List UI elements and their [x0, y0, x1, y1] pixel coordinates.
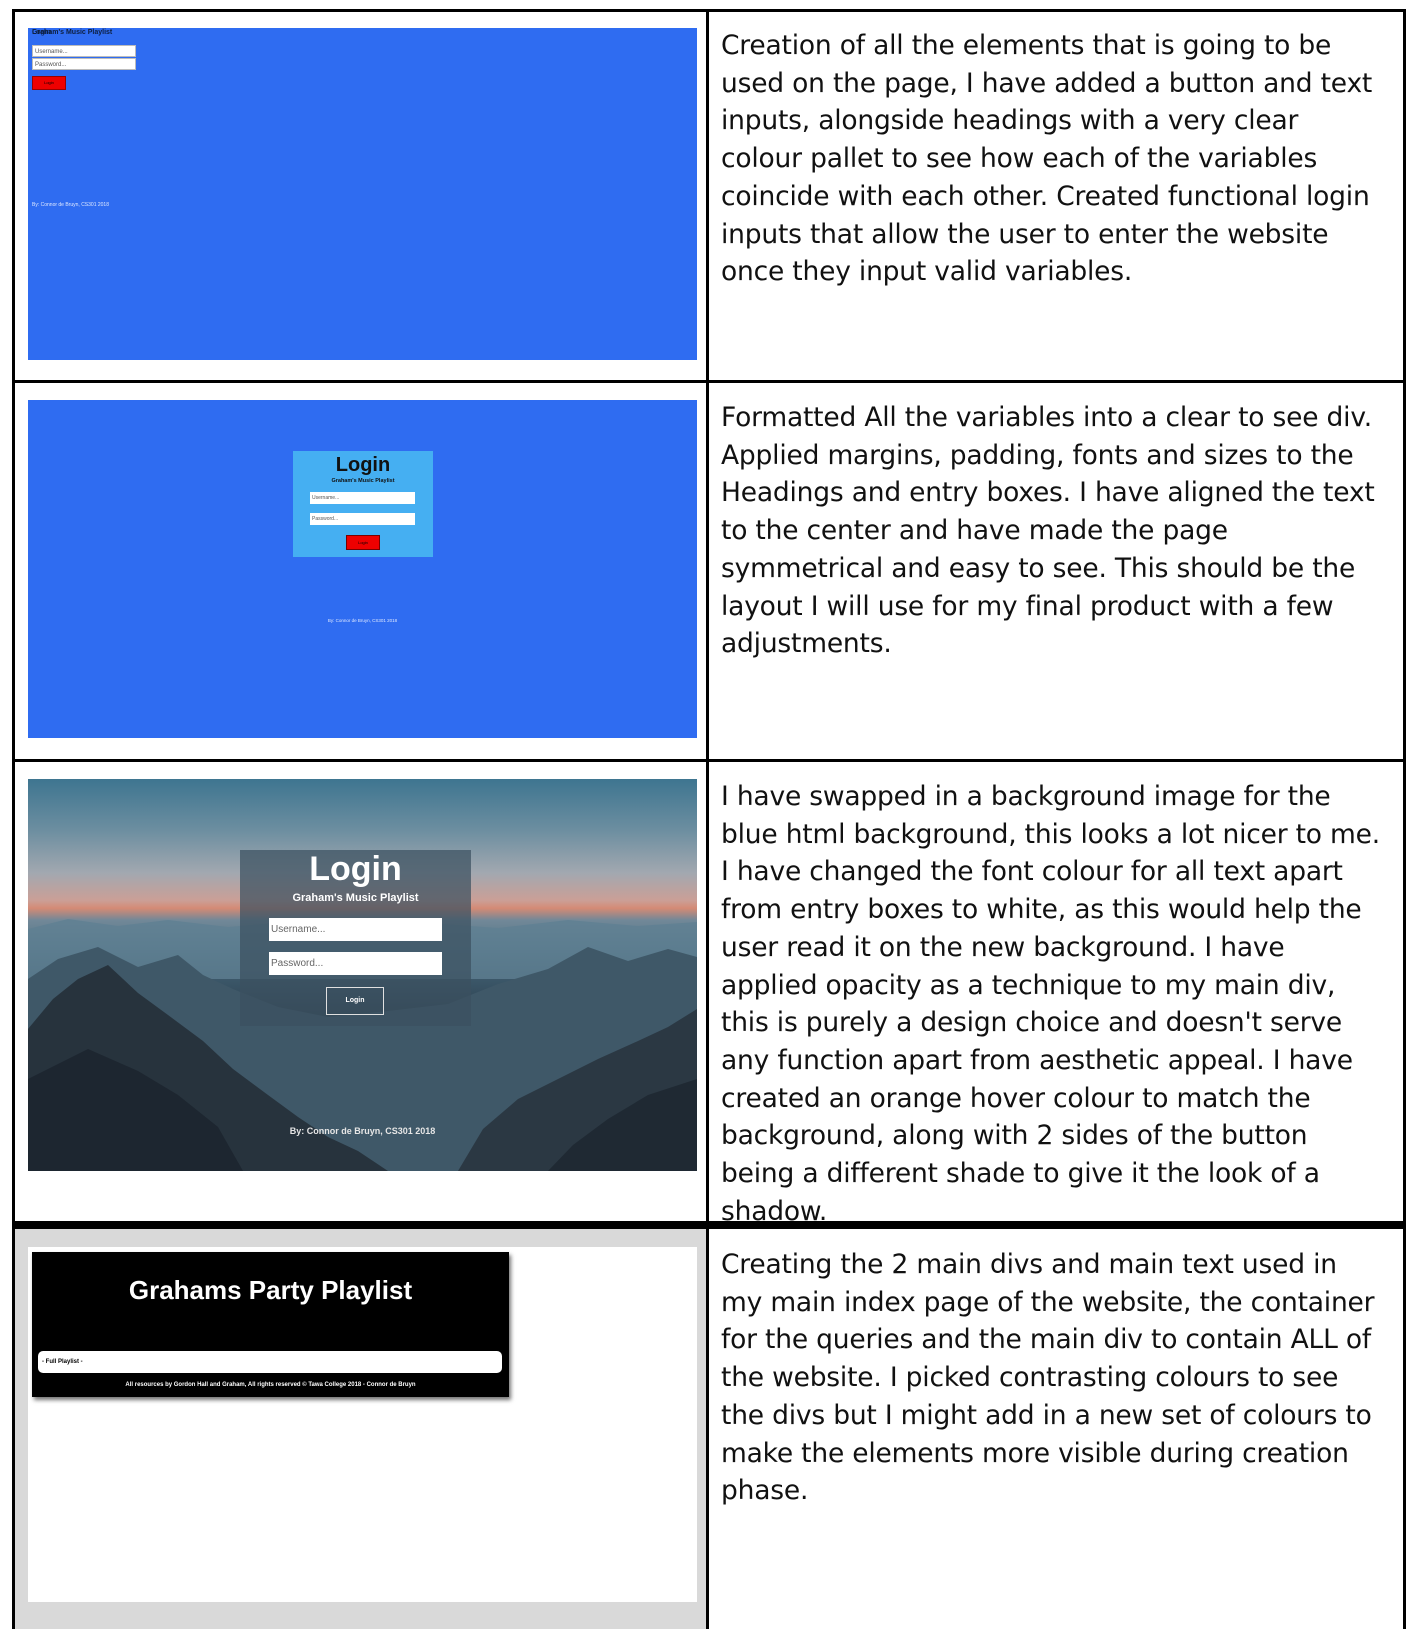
- login-button: Login: [346, 535, 380, 550]
- footer-credit: By: Connor de Bruyn, CS301 2018: [289, 1126, 436, 1136]
- main-heading: Grahams Party Playlist: [128, 1275, 413, 1305]
- description-row-4: Creating the 2 main divs and main text u…: [721, 1249, 1375, 1507]
- login-button: Login: [32, 76, 66, 90]
- footer-credit: By: Connor de Bruyn, CS301 2018: [327, 618, 398, 623]
- table-row-divider-2: [12, 759, 1406, 762]
- login-box: Login Graham's Music Playlist Username..…: [293, 451, 433, 557]
- table-column-divider: [706, 9, 709, 1629]
- username-input: Username...: [32, 45, 136, 57]
- query-bar: - Full Playlist -: [38, 1351, 502, 1373]
- table-border-top: [12, 9, 1406, 12]
- login-heading: Login: [335, 454, 391, 476]
- screenshot-index-page: Grahams Party Playlist - Full Playlist -…: [28, 1247, 697, 1602]
- username-input: Username...: [310, 492, 415, 504]
- footer-credit: All resources by Gordon Hall and Graham,…: [125, 1382, 416, 1388]
- screenshot-background-image: Login Graham's Music Playlist Username..…: [28, 779, 697, 1171]
- footer-credit: By: Connor de Bruyn, CS301 2018: [32, 202, 109, 208]
- screenshot-formatted-div: Login Graham's Music Playlist Username..…: [28, 400, 697, 738]
- login-heading-overlap: Login: [32, 29, 52, 36]
- login-button: Login: [326, 987, 384, 1015]
- login-subheading: Graham's Music Playlist: [292, 892, 419, 904]
- screenshot-basic-elements: Graham's Music Playlist Login Username..…: [28, 28, 697, 360]
- description-row-3: I have swapped in a background image for…: [721, 781, 1380, 1227]
- main-container: Grahams Party Playlist - Full Playlist -…: [32, 1252, 509, 1397]
- description-row-1: Creation of all the elements that is goi…: [721, 30, 1373, 288]
- description-row-2: Formatted All the variables into a clear…: [721, 402, 1375, 660]
- username-input: Username...: [269, 918, 442, 941]
- password-input: Password...: [269, 952, 442, 975]
- table-border-left: [12, 9, 15, 1629]
- password-input: Password...: [32, 58, 136, 70]
- password-input: Password...: [310, 513, 415, 525]
- table-row-divider-1: [12, 380, 1406, 383]
- table-border-right: [1403, 9, 1406, 1629]
- login-box: Login Graham's Music Playlist Username..…: [240, 850, 471, 1026]
- login-heading: Login: [309, 850, 402, 888]
- login-subheading: Graham's Music Playlist: [331, 478, 395, 484]
